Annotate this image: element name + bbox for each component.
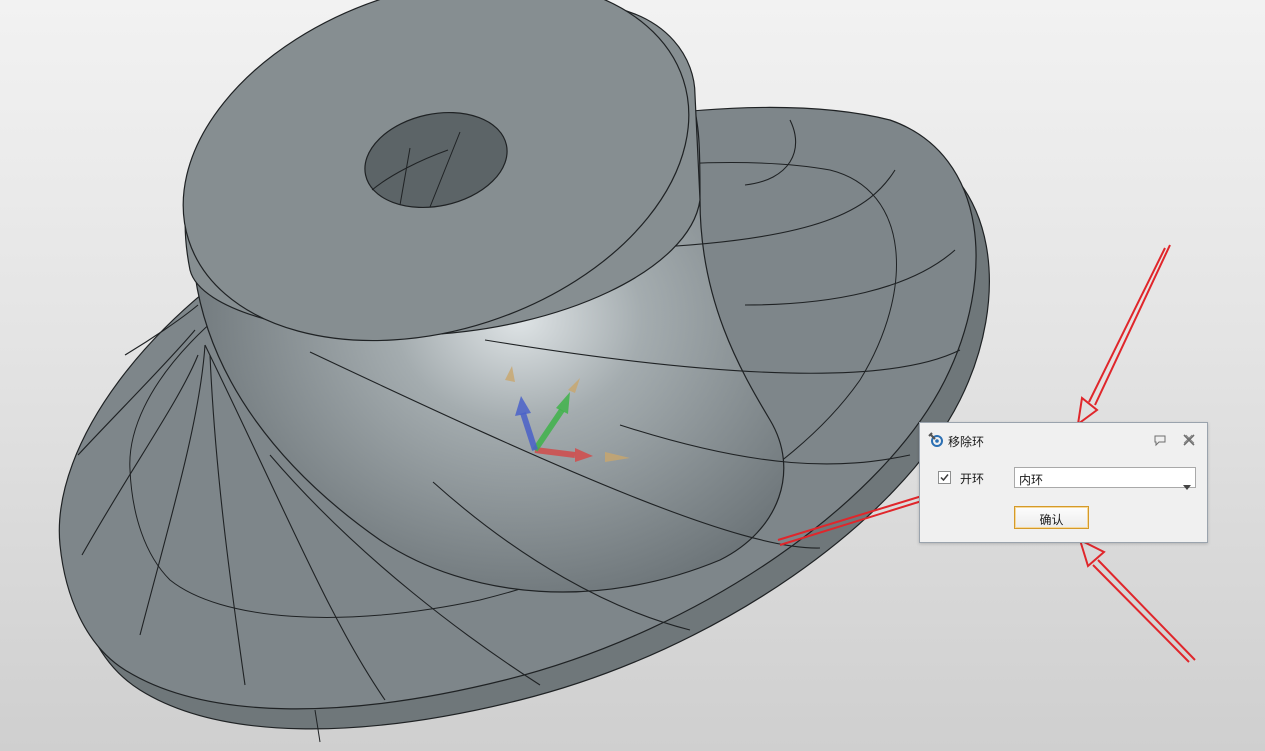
dialog-title-bar[interactable]: 移除环 (920, 423, 1207, 457)
chevron-down-icon (1183, 475, 1191, 490)
confirm-button-label: 确认 (1039, 513, 1064, 527)
wrench-gear-icon (928, 432, 944, 448)
ring-type-select[interactable]: 内环 (1014, 467, 1196, 490)
ring-type-value: 内环 (1019, 473, 1044, 487)
remove-ring-dialog: 移除环 开环 内环 确认 (919, 422, 1208, 543)
model-viewport[interactable] (0, 0, 1265, 751)
open-ring-label: 开环 (960, 472, 985, 486)
pin-icon[interactable] (1152, 432, 1168, 448)
close-icon[interactable] (1181, 432, 1197, 448)
dialog-title: 移除环 (948, 435, 985, 449)
confirm-button[interactable]: 确认 (1014, 506, 1089, 529)
open-ring-checkbox[interactable] (938, 471, 951, 484)
